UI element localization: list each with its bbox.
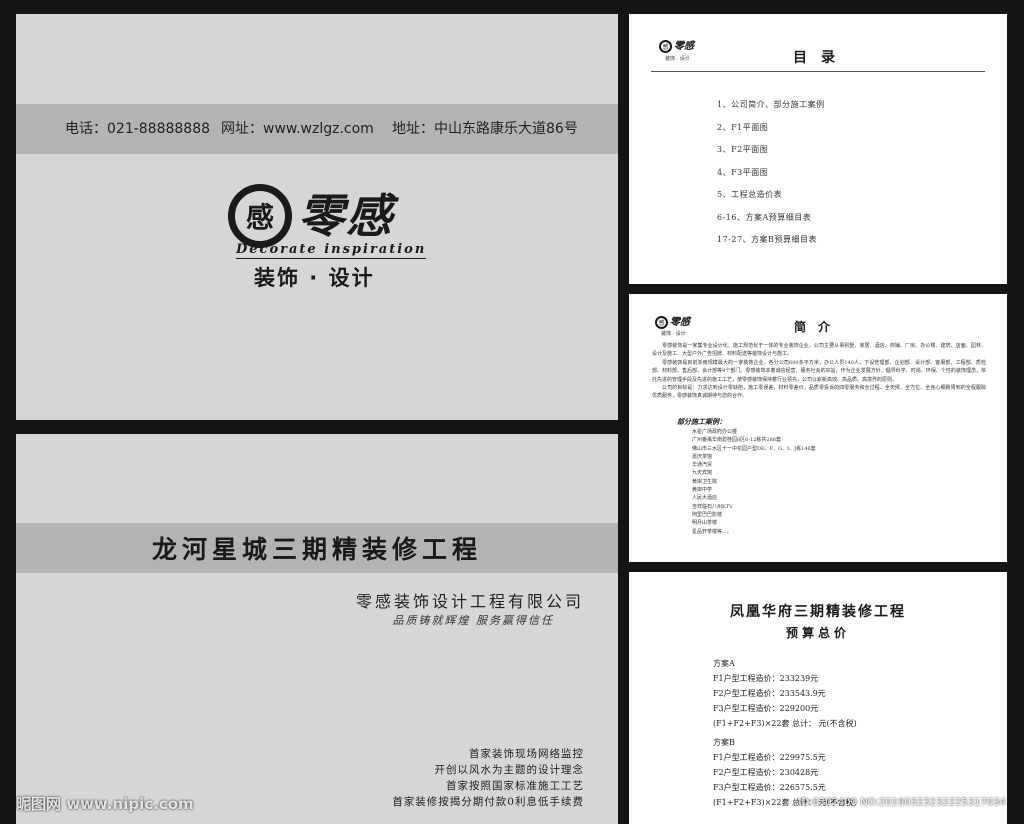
- watermark-left: 昵图网 www.nipic.com: [16, 795, 194, 813]
- plan-b-line: F1户型工程造价：229975.5元: [713, 753, 826, 762]
- budget-title: 凤凰华府三期精装修工程: [730, 604, 906, 620]
- case-item: 黄岸中学: [692, 487, 713, 494]
- toc-item: 17-27、方案B预算细目表: [717, 235, 817, 244]
- mini-logo-icon: 感: [659, 40, 672, 53]
- intro-body: 零感装饰是一家集专业设计化、施工规范化于一体的专业装饰企业。公司主要从事别墅、家…: [652, 342, 986, 401]
- toc-item: 4、F3平面图: [717, 167, 769, 177]
- plan-a-heading: 方案A: [713, 659, 735, 668]
- intro-page: 感 零感 装饰 · 设计 简介 零感装饰是一家集专业设计化、施工规范化于一体的专…: [629, 294, 1007, 562]
- phone-text: 电话：021-88888888: [65, 121, 211, 137]
- toc-page: 感 零感 装饰 · 设计 目录 1、公司简介、部分施工案例 2、F1平面图 3、…: [629, 14, 1007, 284]
- plan-b-line: F3户型工程造价：226575.5元: [713, 783, 826, 792]
- feature-item: 首家装修按揭分期付款0利息低手续费: [392, 796, 584, 808]
- mini-logo: 感 零感: [655, 316, 690, 329]
- case-item: 星品轩茶楼等。。。: [692, 528, 733, 535]
- brand-english-text: Decorate inspiration: [236, 242, 427, 259]
- toc-item: 5、工程总造价表: [717, 190, 783, 199]
- plan-a-line: F3户型工程造价：229200元: [713, 704, 819, 713]
- plan-b-heading: 方案B: [713, 738, 735, 747]
- case-item: 水星广场政府办公楼: [692, 429, 738, 435]
- mini-logo-text: 零感: [670, 316, 690, 328]
- brand-subtitle: 装饰 · 设计: [254, 266, 375, 290]
- plan-a-list: 方案A F1户型工程造价：233239元 F2户型工程造价：233543.9元 …: [713, 656, 857, 731]
- plan-a-line: F2户型工程造价：233543.9元: [713, 689, 826, 698]
- toc-list: 1、公司简介、部分施工案例 2、F1平面图 3、F2平面图 4、F3平面图 5、…: [717, 94, 825, 252]
- case-item: 阿里巴巴影楼: [692, 511, 723, 518]
- cases-list: 水星广场政府办公楼 广州番禺华南碧桂园8区6-12栋共288套 佛山市三水区十一…: [692, 428, 816, 536]
- back-cover-panel: 龙河星城三期精装修工程 零感装饰设计工程有限公司 品质铸就辉煌 服务赢得信任 首…: [16, 434, 618, 824]
- intro-paragraph: 公司的目标是：力求达到设计零缺陷，施工零误差，材料零差价，品质零投诉的四零服务和…: [652, 385, 986, 400]
- intro-title: 简介: [794, 320, 843, 334]
- mini-logo-subtitle: 装饰 · 设计: [665, 56, 690, 62]
- mini-logo-subtitle: 装饰 · 设计: [661, 331, 686, 337]
- cases-heading: 部分施工案例：: [677, 417, 726, 426]
- case-item: 佛山市三水区十一中花园户型DE、F、G、I、J栋146套: [692, 445, 816, 452]
- mini-logo-icon: 感: [655, 316, 668, 329]
- case-item: 嘉庆茶馆: [692, 453, 713, 460]
- company-slogan: 品质铸就辉煌 服务赢得信任: [392, 614, 554, 627]
- project-title: 龙河星城三期精装修工程: [151, 535, 482, 564]
- case-item: 明月山茶楼: [692, 520, 718, 527]
- company-name: 零感装饰设计工程有限公司: [355, 592, 584, 611]
- feature-item: 开创以风水为主题的设计理念: [434, 764, 584, 776]
- toc-item: 2、F1平面图: [717, 122, 769, 132]
- address-text: 地址：中山东路康乐大道86号: [392, 121, 578, 137]
- plan-a-line: F1户型工程造价：233239元: [713, 674, 819, 683]
- front-cover-panel: 电话：021-88888888 网址：www.wzlgz.com 地址：中山东路…: [16, 14, 618, 420]
- budget-subtitle: 预算总价: [785, 626, 850, 640]
- mini-logo-text: 零感: [674, 40, 694, 52]
- website-text: 网址：www.wzlgz.com: [221, 121, 374, 137]
- toc-item: 1、公司简介、部分施工案例: [717, 100, 825, 109]
- plan-b-line: F2户型工程造价：230428元: [713, 768, 819, 777]
- case-item: 人民大酒店: [692, 495, 718, 502]
- brand-script-text: 零感: [298, 189, 394, 243]
- case-item: 华通汽贸: [692, 462, 713, 469]
- budget-page: 凤凰华府三期精装修工程 预算总价 方案A F1户型工程造价：233239元 F2…: [629, 572, 1007, 824]
- plan-a-total: (F1+F2+F3)×22套 总计： 元(不含税): [713, 719, 857, 728]
- brand-logo-icon: 感: [228, 184, 292, 248]
- toc-title: 目录: [793, 50, 849, 66]
- watermark-right: ID:8302400 NO:20190323232225317034: [798, 797, 1006, 808]
- toc-divider: [651, 71, 985, 72]
- toc-item: 6-16、方案A预算细目表: [717, 212, 812, 222]
- case-item: 广州番禺华南碧桂园8区6-12栋共288套: [692, 437, 781, 444]
- feature-item: 首家装饰现场网络监控: [469, 748, 584, 760]
- toc-item: 3、F2平面图: [717, 145, 769, 154]
- case-item: 黄岸卫生院: [692, 478, 718, 485]
- intro-paragraph: 零感装饰是目前浙南规模最大的一家装饰企业。各分公司600多平方米，办公人员140…: [652, 359, 986, 383]
- feature-item: 首家按照国家标准施工工艺: [446, 780, 584, 792]
- case-item: 九天宾馆: [692, 470, 713, 477]
- case-item: 吉祥临石八州KTV: [692, 503, 733, 510]
- mini-logo: 感 零感: [659, 40, 694, 53]
- intro-paragraph: 零感装饰是一家集专业设计化、施工规范化于一体的专业装饰企业。公司主要从事别墅、家…: [652, 343, 986, 358]
- feature-list: 首家装饰现场网络监控 开创以风水为主题的设计理念 首家按照国家标准施工工艺 首家…: [392, 746, 584, 810]
